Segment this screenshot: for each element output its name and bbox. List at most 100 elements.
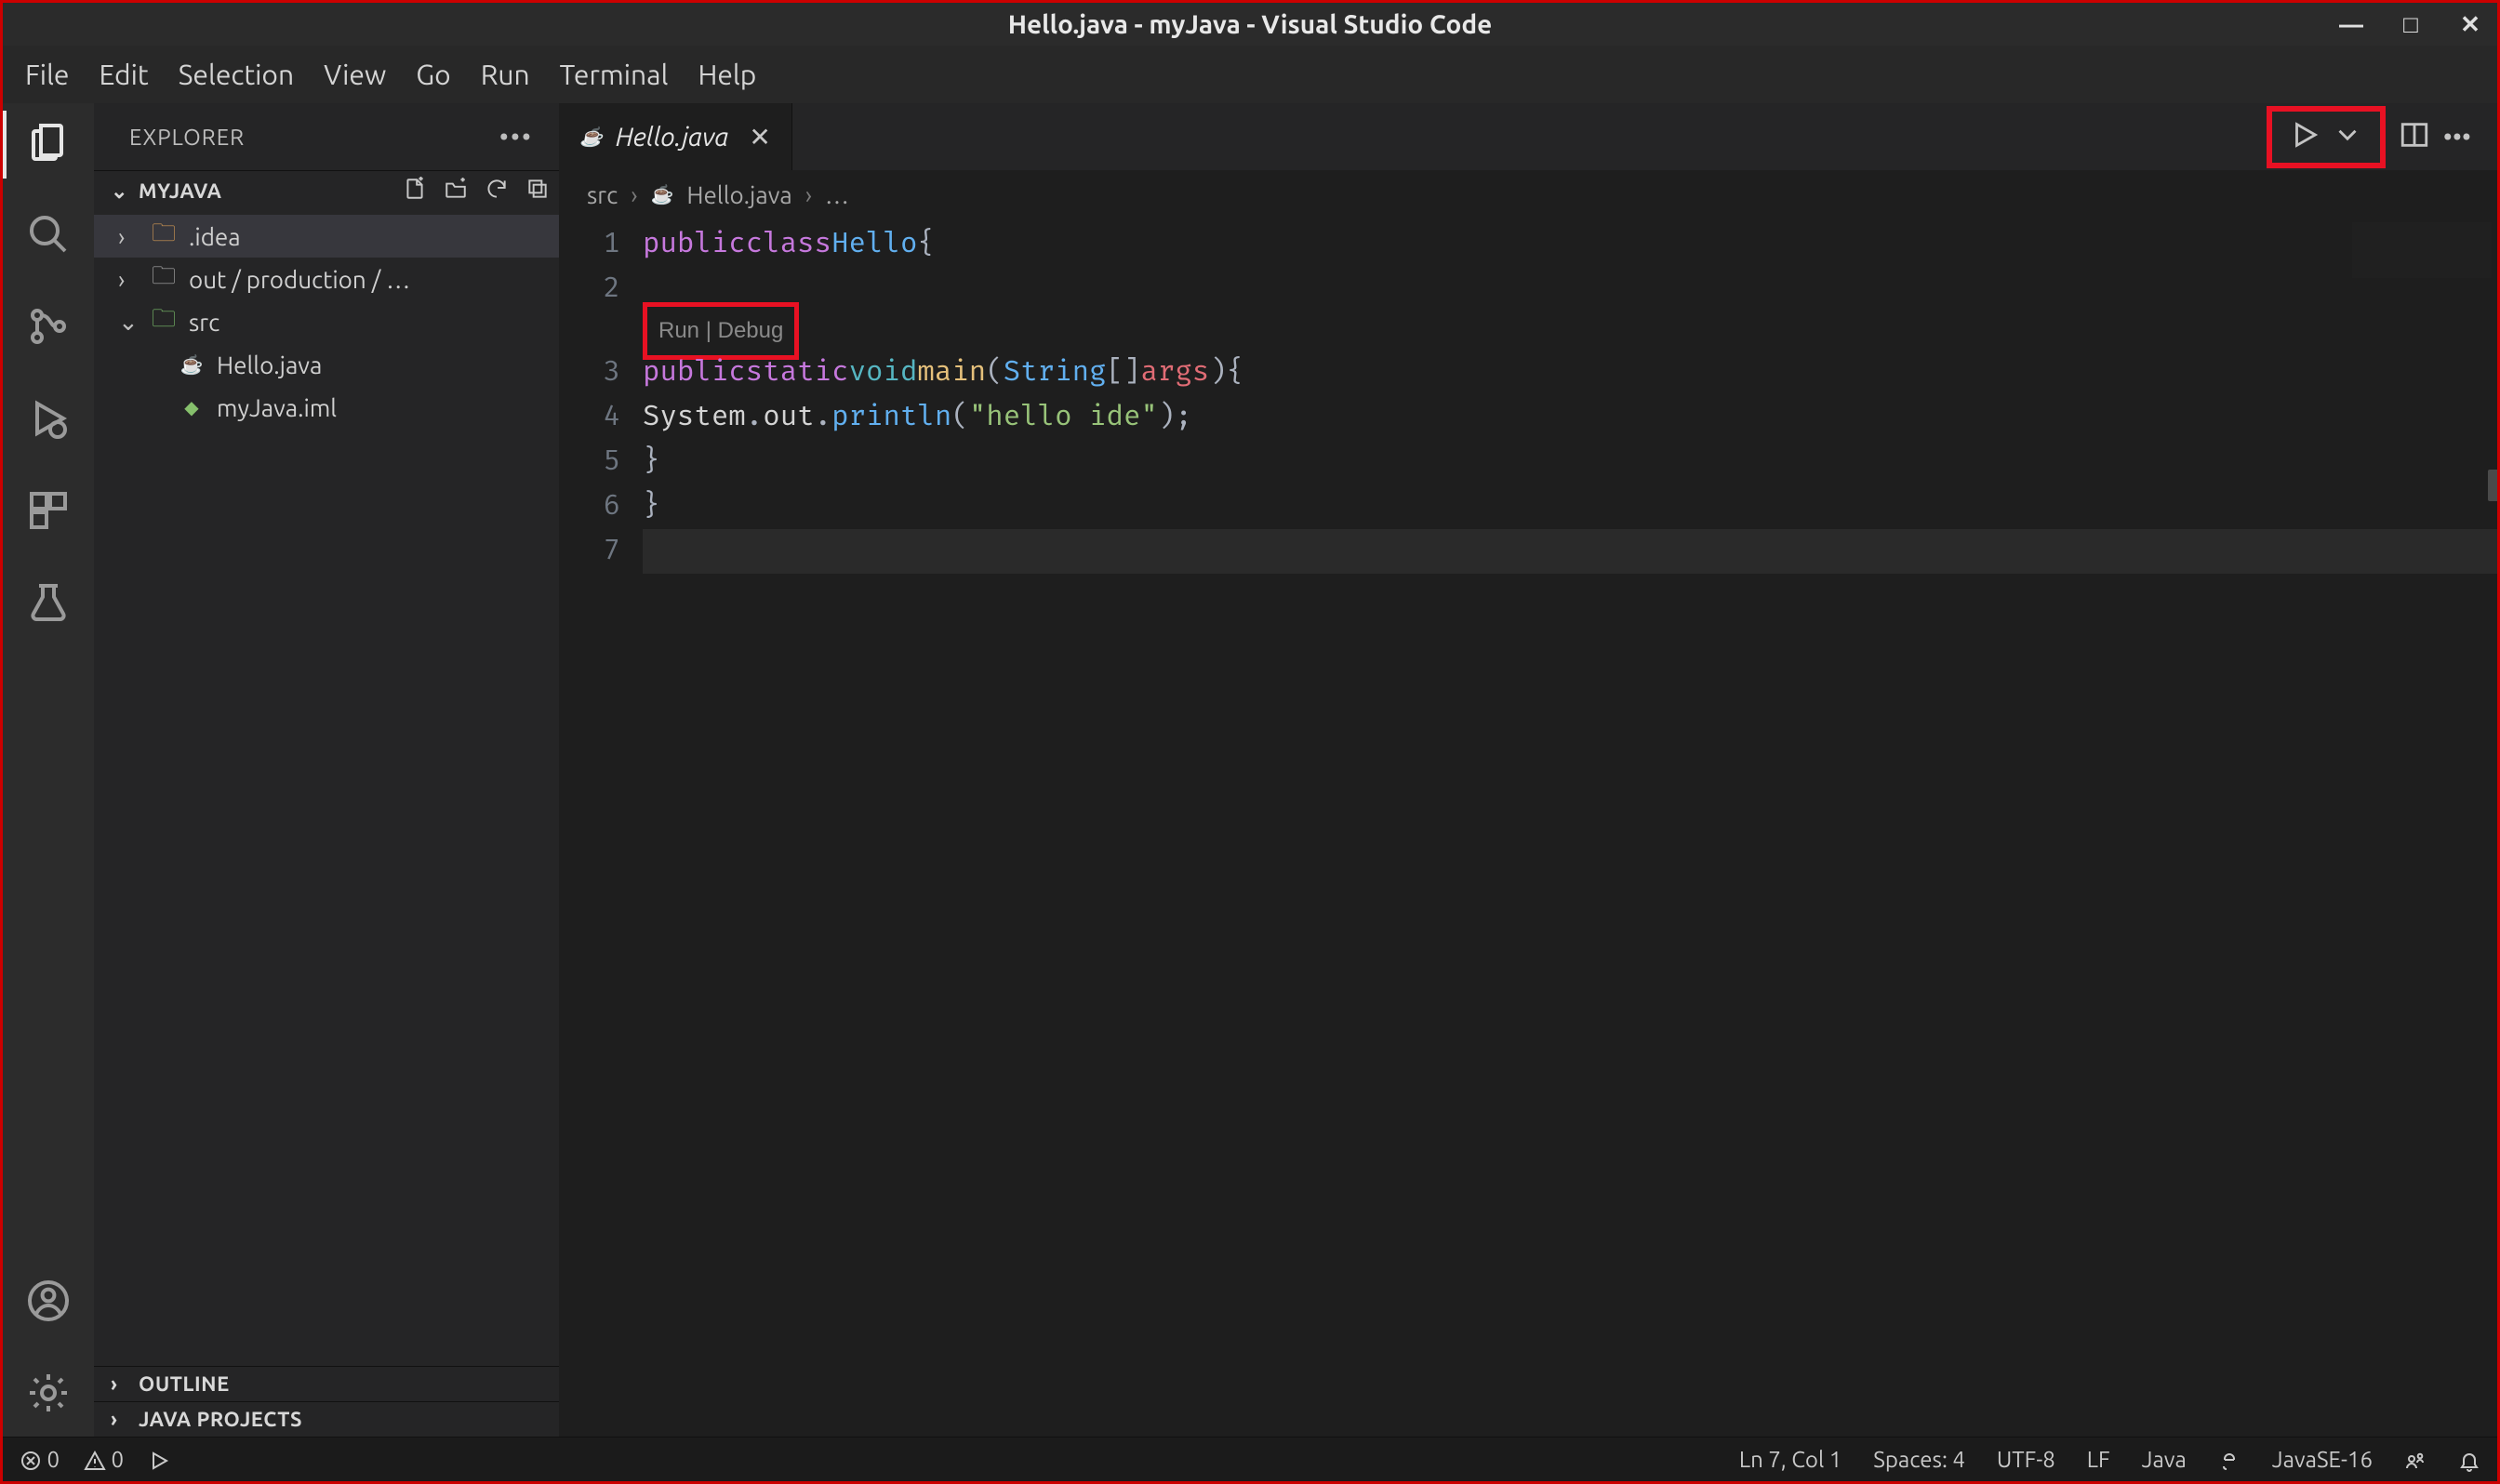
status-language[interactable]: Java xyxy=(2142,1447,2187,1472)
codelens-run[interactable]: Run xyxy=(658,318,699,343)
tree-label: src xyxy=(189,309,559,336)
editor-area: ☕ Hello.java ✕ ••• xyxy=(559,103,2497,1437)
sidebar-more-icon[interactable]: ••• xyxy=(499,123,533,152)
java-projects-section[interactable]: › JAVA PROJECTS xyxy=(94,1401,559,1437)
java-projects-label: JAVA PROJECTS xyxy=(139,1408,302,1431)
status-warnings[interactable]: 0 xyxy=(84,1447,124,1473)
activity-run-debug[interactable] xyxy=(26,396,71,445)
folder-icon: 🗀 xyxy=(150,301,178,342)
editor-tabs: ☕ Hello.java ✕ ••• xyxy=(559,103,2497,170)
folder-icon: 🗀 xyxy=(150,216,178,257)
menu-file[interactable]: File xyxy=(25,59,70,90)
tree-label: out / production / … xyxy=(189,266,559,293)
tree-folder[interactable]: › 🗀 .idea xyxy=(94,215,559,258)
code-line[interactable] xyxy=(643,529,2497,574)
activity-testing[interactable] xyxy=(26,580,71,629)
code-lines[interactable]: public class Hello { Run | Debug public … xyxy=(643,219,2497,1437)
breadcrumb-more[interactable]: … xyxy=(825,181,849,208)
code-editor[interactable]: 1234567 public class Hello { Run | Debug… xyxy=(559,219,2497,1437)
editor-actions: ••• xyxy=(2267,103,2497,170)
menu-selection[interactable]: Selection xyxy=(179,59,294,90)
menu-terminal[interactable]: Terminal xyxy=(560,59,669,90)
outline-section[interactable]: › OUTLINE xyxy=(94,1366,559,1401)
status-errors[interactable]: 0 xyxy=(20,1447,60,1473)
activity-source-control[interactable] xyxy=(26,304,71,353)
line-gutter: 1234567 xyxy=(559,219,643,1437)
activity-settings[interactable] xyxy=(26,1371,71,1420)
minimap[interactable] xyxy=(2352,222,2492,278)
run-button[interactable] xyxy=(2289,119,2320,155)
breadcrumb-src[interactable]: src xyxy=(587,181,618,208)
split-editor-icon[interactable] xyxy=(2399,119,2430,155)
status-eol[interactable]: LF xyxy=(2087,1447,2110,1472)
tab-label: Hello.java xyxy=(616,123,729,152)
close-icon[interactable]: ✕ xyxy=(2456,10,2484,39)
chevron-right-icon: › xyxy=(111,1372,129,1396)
status-spaces[interactable]: Spaces: 4 xyxy=(1873,1447,1965,1472)
status-errors-count: 0 xyxy=(47,1447,60,1472)
tree-file[interactable]: ☕ Hello.java xyxy=(94,343,559,386)
tree-label: Hello.java xyxy=(217,351,559,378)
breadcrumbs[interactable]: src › ☕ Hello.java › … xyxy=(559,170,2497,219)
status-java-ready[interactable] xyxy=(148,1447,170,1473)
refresh-icon[interactable] xyxy=(485,177,509,205)
code-line[interactable]: } xyxy=(643,484,2497,529)
chevron-right-icon: › xyxy=(111,1408,129,1431)
status-position[interactable]: Ln 7, Col 1 xyxy=(1739,1447,1842,1472)
activity-explorer[interactable] xyxy=(26,120,71,169)
sidebar-title: EXPLORER xyxy=(129,125,245,150)
explorer-section-title: MYJAVA xyxy=(139,179,221,203)
tab-hello-java[interactable]: ☕ Hello.java ✕ xyxy=(559,103,792,170)
menu-view[interactable]: View xyxy=(324,59,386,90)
activity-extensions[interactable] xyxy=(26,488,71,537)
tab-close-icon[interactable]: ✕ xyxy=(749,122,770,152)
code-line[interactable]: public class Hello { xyxy=(643,222,2497,267)
menu-edit[interactable]: Edit xyxy=(100,59,149,90)
tree-file[interactable]: ◆ myJava.iml xyxy=(94,386,559,429)
code-line[interactable]: public static void main(String[] args) { xyxy=(643,351,2497,395)
tree-folder[interactable]: ⌄ 🗀 src xyxy=(94,300,559,343)
sidebar-header: EXPLORER ••• xyxy=(94,103,559,170)
more-actions-icon[interactable]: ••• xyxy=(2443,123,2471,152)
run-highlight-box xyxy=(2267,106,2386,168)
explorer-section-actions xyxy=(403,177,550,205)
status-bar: 0 0 Ln 7, Col 1 Spaces: 4 UTF-8 LF Java … xyxy=(3,1437,2497,1481)
chevron-right-icon: › xyxy=(118,266,139,293)
chevron-down-icon: ⌄ xyxy=(118,308,139,337)
status-feedback-icon[interactable] xyxy=(2218,1447,2241,1473)
menubar: File Edit Selection View Go Run Terminal… xyxy=(3,46,2497,103)
minimize-icon[interactable]: — xyxy=(2337,11,2365,38)
code-line[interactable] xyxy=(643,267,2497,311)
code-line[interactable]: } xyxy=(643,440,2497,484)
new-file-icon[interactable] xyxy=(403,177,427,205)
activity-accounts[interactable] xyxy=(26,1279,71,1328)
status-bell-icon[interactable] xyxy=(2458,1447,2480,1473)
titlebar: Hello.java - myJava - Visual Studio Code… xyxy=(3,3,2497,46)
status-encoding[interactable]: UTF-8 xyxy=(1997,1447,2055,1472)
explorer-section-header[interactable]: ⌄ MYJAVA xyxy=(94,170,559,211)
status-live-share-icon[interactable] xyxy=(2404,1447,2427,1473)
tree-folder[interactable]: ›🗀out / production / … xyxy=(94,258,559,300)
sidebar: EXPLORER ••• ⌄ MYJAVA ›🗀.idea›🗀out / pro… xyxy=(94,103,559,1437)
tree-label: myJava.iml xyxy=(217,394,559,421)
file-icon: ◆ xyxy=(178,396,206,418)
menu-help[interactable]: Help xyxy=(698,59,756,90)
chevron-right-icon: › xyxy=(118,223,139,250)
new-folder-icon[interactable] xyxy=(444,177,468,205)
window-controls: — □ ✕ xyxy=(2337,10,2484,39)
code-line[interactable]: System.out.println("hello ide"); xyxy=(643,395,2497,440)
menu-run[interactable]: Run xyxy=(481,59,530,90)
breadcrumb-file[interactable]: Hello.java xyxy=(686,181,791,208)
java-icon: ☕ xyxy=(178,353,206,376)
chevron-down-icon: ⌄ xyxy=(111,179,129,204)
tree-label: .idea xyxy=(189,223,559,250)
run-dropdown-icon[interactable] xyxy=(2332,119,2363,155)
scroll-handle[interactable] xyxy=(2488,470,2497,501)
collapse-all-icon[interactable] xyxy=(525,177,550,205)
codelens-debug[interactable]: Debug xyxy=(718,318,784,343)
maximize-icon[interactable]: □ xyxy=(2397,10,2425,39)
breadcrumb-separator: › xyxy=(631,181,637,208)
menu-go[interactable]: Go xyxy=(416,59,450,90)
status-jdk[interactable]: JavaSE-16 xyxy=(2272,1447,2373,1472)
activity-search[interactable] xyxy=(26,212,71,261)
